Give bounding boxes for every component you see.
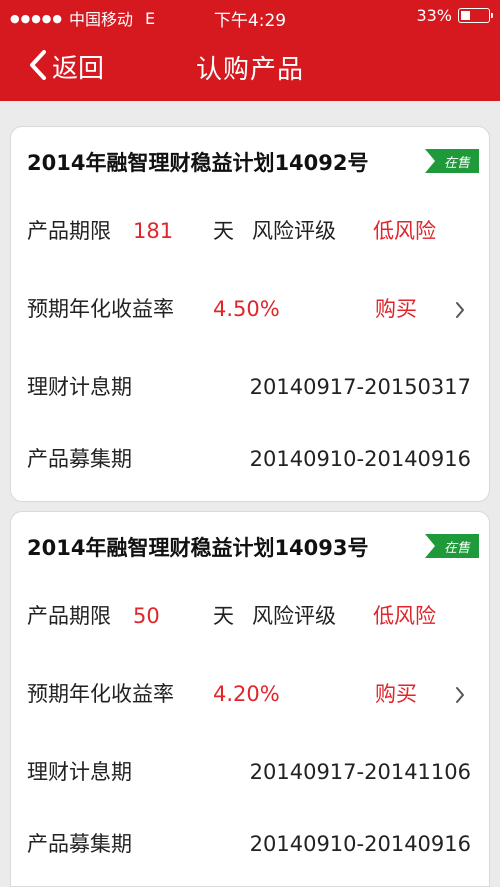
term-unit: 天 xyxy=(213,604,234,628)
yield-row[interactable]: 预期年化收益率 4.50% 购买 xyxy=(27,294,475,324)
risk-value: 低风险 xyxy=(373,219,436,243)
term-risk-row: 产品期限 181 天 风险评级 低风险 xyxy=(27,216,475,246)
buy-button[interactable]: 购买 xyxy=(375,294,417,324)
battery-icon xyxy=(458,8,493,23)
yield-row[interactable]: 预期年化收益率 4.20% 购买 xyxy=(27,679,475,709)
yield-label: 预期年化收益率 xyxy=(27,682,174,706)
product-card[interactable]: 2014年融智理财稳益计划14092号 在售 产品期限 181 天 风险评级 低… xyxy=(10,126,490,502)
chevron-right-icon[interactable] xyxy=(453,298,467,322)
battery-group: 33% xyxy=(416,6,493,25)
term-label: 产品期限 xyxy=(27,604,111,628)
on-sale-badge: 在售 xyxy=(425,149,479,173)
buy-button[interactable]: 购买 xyxy=(375,679,417,709)
status-bar: ●●●●● 中国移动 E 下午4:29 33% xyxy=(0,0,500,33)
term-value: 181 xyxy=(133,219,174,243)
product-name: 2014年融智理财稳益计划14093号 xyxy=(27,536,369,560)
app-header: ●●●●● 中国移动 E 下午4:29 33% 返回 认购产品 xyxy=(0,0,500,101)
raise-label: 产品募集期 xyxy=(27,832,132,856)
interest-value: 20140917-20150317 xyxy=(249,375,471,399)
raise-label: 产品募集期 xyxy=(27,447,132,471)
interest-value: 20140917-20141106 xyxy=(249,760,471,784)
battery-percent: 33% xyxy=(416,6,452,25)
term-value: 50 xyxy=(133,604,160,628)
yield-value: 4.50% xyxy=(213,297,280,321)
risk-label: 风险评级 xyxy=(252,604,336,628)
page-title: 认购产品 xyxy=(195,55,304,85)
interest-period-row: 理财计息期 20140917-20150317 xyxy=(27,372,475,402)
raise-value: 20140910-20140916 xyxy=(249,832,471,856)
product-name: 2014年融智理财稳益计划14092号 xyxy=(27,151,369,175)
raise-period-row: 产品募集期 20140910-20140916 xyxy=(27,829,475,859)
on-sale-badge: 在售 xyxy=(425,534,479,558)
product-card[interactable]: 2014年融智理财稳益计划14093号 在售 产品期限 50 天 风险评级 低风… xyxy=(10,511,490,887)
term-unit: 天 xyxy=(213,219,234,243)
risk-label: 风险评级 xyxy=(252,219,336,243)
interest-label: 理财计息期 xyxy=(27,375,132,399)
yield-value: 4.20% xyxy=(213,682,280,706)
yield-label: 预期年化收益率 xyxy=(27,297,174,321)
nav-bar: 返回 认购产品 xyxy=(0,33,500,101)
raise-value: 20140910-20140916 xyxy=(249,447,471,471)
chevron-right-icon[interactable] xyxy=(453,683,467,707)
term-risk-row: 产品期限 50 天 风险评级 低风险 xyxy=(27,601,475,631)
interest-label: 理财计息期 xyxy=(27,760,132,784)
risk-value: 低风险 xyxy=(373,604,436,628)
interest-period-row: 理财计息期 20140917-20141106 xyxy=(27,757,475,787)
term-label: 产品期限 xyxy=(27,219,111,243)
raise-period-row: 产品募集期 20140910-20140916 xyxy=(27,444,475,474)
